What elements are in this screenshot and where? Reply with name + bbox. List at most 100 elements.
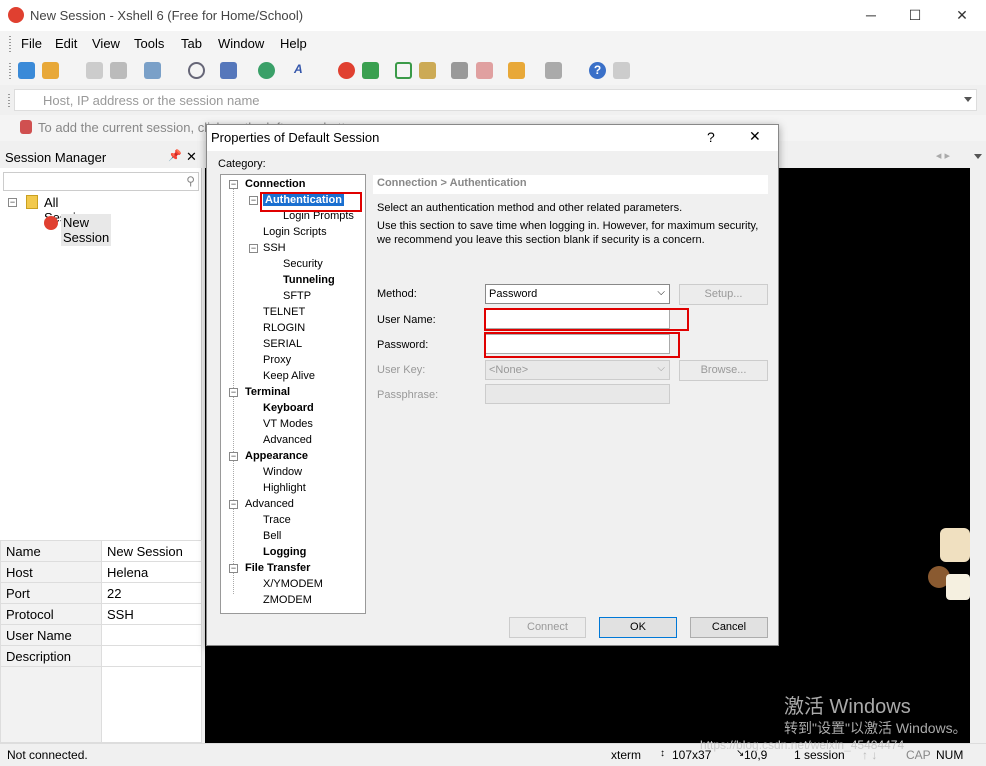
session-properties-table: Name New Session Host Helena Port 22 Protoc… (0, 540, 202, 743)
status-cap: CAP (906, 748, 931, 762)
tree-zmodem[interactable]: ZMODEM (263, 594, 312, 606)
collapse-icon[interactable]: − (229, 564, 238, 573)
tree-trace[interactable]: Trace (263, 514, 291, 526)
address-dropdown-icon[interactable] (964, 97, 972, 102)
table-row (0, 666, 202, 743)
tile-icon[interactable] (545, 62, 562, 79)
menu-tab[interactable]: Tab (181, 36, 202, 51)
tree-xymodem[interactable]: X/YMODEM (263, 578, 323, 590)
close-pane-icon[interactable]: ✕ (186, 149, 197, 165)
fullscreen-icon[interactable] (395, 62, 412, 79)
font-icon[interactable]: A (294, 62, 311, 79)
tab-scroll-icon[interactable]: ◂ ▸ (936, 149, 950, 162)
tree-proxy[interactable]: Proxy (263, 354, 291, 366)
method-select[interactable]: Password ⌵ (485, 284, 670, 304)
passphrase-field[interactable] (485, 384, 670, 404)
address-bar[interactable]: Host, IP address or the session name (7, 89, 977, 111)
tree-keyboard[interactable]: Keyboard (263, 402, 314, 414)
activation-watermark-subtitle: 转到"设置"以激活 Windows。 (784, 720, 967, 736)
pin-icon[interactable]: 📌 (168, 149, 182, 162)
tree-file-transfer[interactable]: File Transfer (245, 562, 310, 574)
tree-rlogin[interactable]: RLOGIN (263, 322, 305, 334)
tree-terminal-advanced[interactable]: Advanced (263, 434, 312, 446)
tree-advanced[interactable]: Advanced (245, 498, 294, 510)
collapse-icon[interactable]: − (229, 388, 238, 397)
tree-vt-modes[interactable]: VT Modes (263, 418, 313, 430)
tree-logging[interactable]: Logging (263, 546, 306, 558)
find-icon[interactable] (188, 62, 205, 79)
menu-edit[interactable]: Edit (55, 36, 77, 51)
connect-button[interactable]: Connect (509, 617, 586, 638)
address-grip (7, 93, 11, 109)
userkey-value: <None> (489, 364, 529, 376)
table-row: User Name (0, 624, 202, 646)
menu-tools[interactable]: Tools (134, 36, 164, 51)
method-value: Password (489, 288, 538, 300)
chat-icon[interactable] (613, 62, 630, 79)
menu-view[interactable]: View (92, 36, 120, 51)
bookmark-icon[interactable] (20, 120, 32, 134)
dialog-close-button[interactable]: ✕ (749, 128, 761, 145)
tree-tunneling[interactable]: Tunneling (283, 274, 335, 286)
tree-window[interactable]: Window (263, 466, 302, 478)
keyboard-icon[interactable] (451, 62, 468, 79)
properties-icon[interactable] (144, 62, 161, 79)
tree-connection[interactable]: Connection (245, 178, 306, 190)
url-watermark: https://blog.csdn.net/weixin_45484474 (700, 738, 905, 752)
dialog-title: Properties of Default Session (211, 130, 380, 145)
table-row: Protocol SSH (0, 603, 202, 625)
disconnect-icon[interactable] (110, 62, 127, 79)
xshell-icon[interactable] (338, 62, 355, 79)
tree-serial[interactable]: SERIAL (263, 338, 302, 350)
cancel-button[interactable]: Cancel (690, 617, 768, 638)
tab-list-dropdown-icon[interactable] (974, 154, 982, 159)
tree-keep-alive[interactable]: Keep Alive (263, 370, 315, 382)
collapse-icon[interactable]: − (229, 180, 238, 189)
browse-button[interactable]: Browse... (679, 360, 768, 381)
dialog-title-bar: Properties of Default Session ? ✕ (207, 125, 778, 151)
minimize-button[interactable]: ─ (856, 4, 886, 26)
new-session-icon[interactable] (18, 62, 35, 79)
tree-login-scripts[interactable]: Login Scripts (263, 226, 327, 238)
window-title: New Session - Xshell 6 (Free for Home/Sc… (30, 8, 304, 23)
close-window-button[interactable]: ✕ (947, 4, 977, 26)
globe-icon[interactable] (258, 62, 275, 79)
xftp-icon[interactable] (362, 62, 379, 79)
dialog-help-button[interactable]: ? (707, 129, 715, 145)
new-tab-icon[interactable] (508, 62, 525, 79)
menu-file[interactable]: File (21, 36, 42, 51)
lock-icon[interactable] (419, 62, 436, 79)
ok-button[interactable]: OK (599, 617, 677, 638)
tree-security[interactable]: Security (283, 258, 323, 270)
highlight-icon[interactable] (476, 62, 493, 79)
properties-dialog: Properties of Default Session ? ✕ Catego… (206, 124, 779, 646)
tree-ssh[interactable]: SSH (263, 242, 286, 254)
session-search-input[interactable]: ⚲ (3, 172, 199, 191)
search-icon[interactable]: ⚲ (186, 174, 195, 188)
collapse-icon[interactable]: − (249, 244, 258, 253)
size-icon: ↕ (660, 748, 665, 759)
menu-window[interactable]: Window (218, 36, 264, 51)
layout-icon[interactable] (220, 62, 237, 79)
table-row: Name New Session (0, 540, 202, 562)
connect-icon[interactable] (86, 62, 103, 79)
maximize-button[interactable]: ☐ (900, 4, 930, 26)
tree-telnet[interactable]: TELNET (263, 306, 305, 318)
collapse-icon[interactable]: − (8, 198, 17, 207)
help-icon[interactable]: ? (589, 62, 606, 79)
userkey-select[interactable]: <None> ⌵ (485, 360, 670, 380)
collapse-icon[interactable]: − (249, 196, 258, 205)
menu-help[interactable]: Help (280, 36, 307, 51)
tree-appearance[interactable]: Appearance (245, 450, 308, 462)
status-connection: Not connected. (7, 748, 88, 762)
menu-bar: File Edit View Tools Tab Window Help (0, 31, 986, 57)
tree-terminal[interactable]: Terminal (245, 386, 290, 398)
setup-button[interactable]: Setup... (679, 284, 768, 305)
tree-bell[interactable]: Bell (263, 530, 281, 542)
activation-watermark-title: 激活 Windows (784, 696, 911, 718)
open-folder-icon[interactable] (42, 62, 59, 79)
tree-sftp[interactable]: SFTP (283, 290, 311, 302)
collapse-icon[interactable]: − (229, 452, 238, 461)
collapse-icon[interactable]: − (229, 500, 238, 509)
tree-highlight[interactable]: Highlight (263, 482, 306, 494)
